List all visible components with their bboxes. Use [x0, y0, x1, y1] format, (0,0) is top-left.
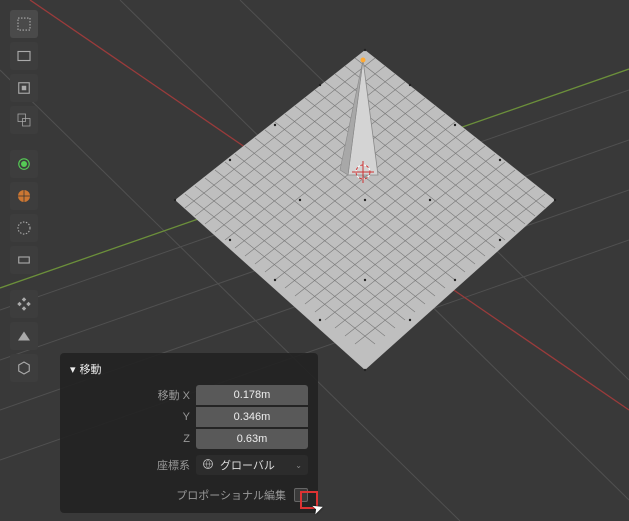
panel-title: 移動	[80, 361, 102, 377]
tool-add[interactable]	[10, 290, 38, 318]
label-orientation: 座標系	[70, 457, 190, 473]
field-move-x[interactable]: 0.178m	[196, 385, 308, 405]
label-move-y: Y	[70, 411, 190, 423]
tool-select-box[interactable]	[10, 10, 38, 38]
label-move-x: 移動 X	[70, 387, 190, 403]
globe-icon	[202, 458, 214, 473]
tool-scale[interactable]	[10, 150, 38, 178]
tool-measure[interactable]	[10, 246, 38, 274]
field-move-y[interactable]: 0.346m	[196, 407, 308, 427]
tool-shelf	[10, 10, 38, 382]
label-move-z: Z	[70, 433, 190, 445]
tool-move[interactable]	[10, 74, 38, 102]
tool-annotate[interactable]	[10, 214, 38, 242]
operator-panel: ▾ 移動 移動 X 0.178m Y 0.346m Z 0.63m 座標系 グロ…	[60, 353, 318, 513]
tool-cursor[interactable]	[10, 42, 38, 70]
chevron-down-icon: ⌄	[295, 461, 302, 470]
tool-extrude[interactable]	[10, 322, 38, 350]
checkbox-proportional[interactable]	[294, 488, 308, 502]
panel-header[interactable]: ▾ 移動	[70, 359, 308, 385]
tool-rotate[interactable]	[10, 106, 38, 134]
tool-bevel[interactable]	[10, 354, 38, 382]
disclosure-triangle-icon: ▾	[70, 363, 76, 376]
mesh-plane	[174, 49, 556, 371]
field-move-z[interactable]: 0.63m	[196, 429, 308, 449]
dropdown-value: グローバル	[220, 457, 275, 473]
tool-transform[interactable]	[10, 182, 38, 210]
label-proportional: プロポーショナル編集	[176, 487, 286, 503]
dropdown-orientation[interactable]: グローバル ⌄	[196, 455, 308, 475]
